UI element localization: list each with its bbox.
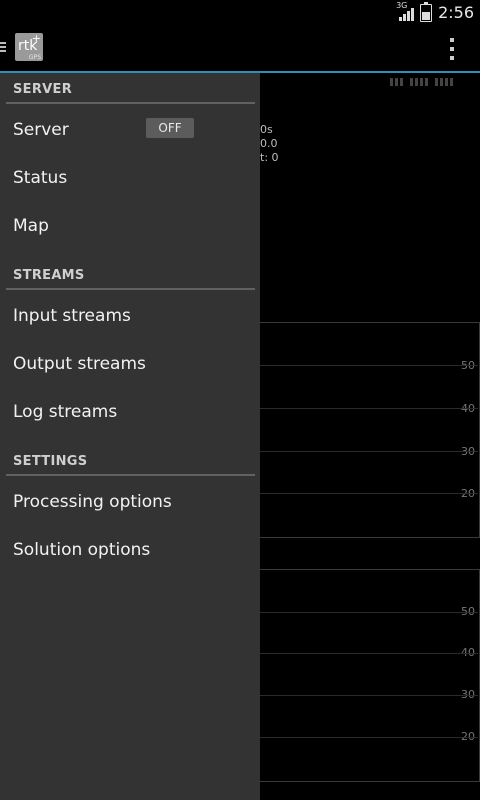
stat-ratio: 0.0 (260, 137, 278, 150)
section-divider (6, 288, 255, 290)
snr-plot-2: 50 40 30 20 (258, 569, 480, 782)
section-header-server: SERVER (13, 82, 73, 97)
nav-item-label: Processing options (13, 492, 172, 512)
signal-icon: 3G (396, 1, 415, 22)
nav-item-solution-options[interactable]: Solution options (0, 526, 260, 574)
section-header-settings: SETTINGS (13, 454, 88, 469)
nav-item-label: Server (13, 120, 69, 140)
nav-item-label: Solution options (13, 540, 151, 560)
nav-item-label: Input streams (13, 306, 131, 326)
grid-line (258, 612, 478, 613)
drawer-indicator-icon[interactable] (0, 40, 6, 56)
nav-item-input-streams[interactable]: Input streams (0, 292, 260, 340)
overflow-menu-icon[interactable] (448, 38, 456, 60)
grid-line (258, 365, 478, 366)
nav-item-label: Status (13, 168, 68, 188)
status-bar: 3G 2:56 (0, 0, 480, 25)
status-icons: 3G 2:56 (396, 0, 474, 25)
nav-item-server[interactable]: Server (0, 106, 260, 154)
nav-item-label: Output streams (13, 354, 146, 374)
nav-item-label: Map (13, 216, 49, 236)
nav-item-map[interactable]: Map (0, 202, 260, 250)
grid-line (258, 451, 478, 452)
stat-count: t: 0 (260, 151, 279, 164)
logo-sub: GPS (28, 54, 41, 61)
section-divider (6, 474, 255, 476)
nav-item-output-streams[interactable]: Output streams (0, 340, 260, 388)
nav-item-label: Log streams (13, 402, 118, 422)
app-logo[interactable]: rtk + GPS (15, 32, 43, 61)
section-header-streams: STREAMS (13, 268, 85, 283)
section-divider (6, 102, 255, 104)
nav-item-status[interactable]: Status (0, 154, 260, 202)
grid-line (258, 493, 478, 494)
nav-item-log-streams[interactable]: Log streams (0, 388, 260, 436)
nav-item-processing-options[interactable]: Processing options (0, 478, 260, 526)
battery-icon (420, 1, 433, 22)
clock: 2:56 (438, 3, 474, 22)
grid-line (258, 695, 478, 696)
grid-line (258, 737, 478, 738)
stat-age: 0s (260, 123, 273, 136)
satellite-status-bars (390, 78, 453, 86)
action-bar (0, 25, 480, 71)
logo-plus: + (31, 32, 41, 45)
grid-line (258, 653, 478, 654)
server-toggle[interactable]: OFF (146, 118, 194, 138)
snr-plot-1: 50 40 30 20 (258, 322, 480, 538)
grid-line (258, 408, 478, 409)
